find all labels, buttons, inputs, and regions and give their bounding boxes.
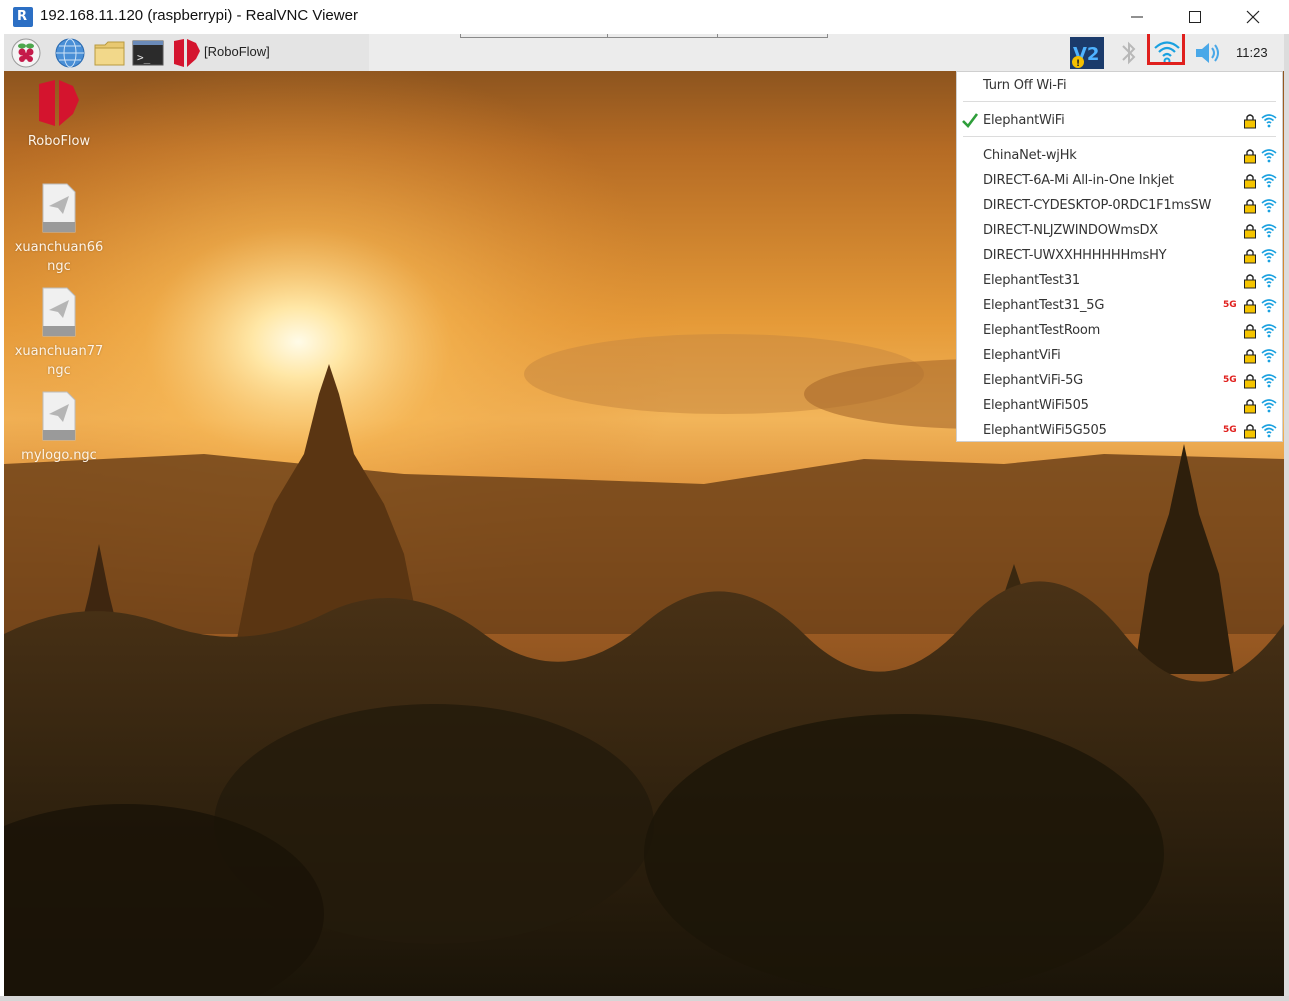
maximize-icon: [1189, 11, 1201, 23]
wifi-signal-icon: [1261, 174, 1277, 188]
wifi-network-ssid: ElephantWiFi505: [983, 398, 1089, 413]
lock-icon: [1244, 249, 1256, 264]
minimize-button[interactable]: [1108, 0, 1166, 34]
wifi-network-ssid: ChinaNet-wjHk: [983, 148, 1077, 163]
realvnc-app-icon: R: [13, 7, 33, 27]
desktop-item-xuanchuan66[interactable]: xuanchuan66 ngc: [9, 182, 109, 276]
raspberry-menu-icon[interactable]: [10, 37, 42, 69]
desktop-item-mylogo[interactable]: mylogo.ngc: [9, 390, 109, 465]
file-icon: [42, 391, 76, 441]
wifi-network-connected[interactable]: ElephantWiFi: [957, 109, 1282, 134]
wifi-signal-icon: [1261, 424, 1277, 438]
desktop-item-roboflow[interactable]: RoboFlow: [9, 78, 109, 151]
menu-divider: [963, 101, 1276, 102]
file-icon: [42, 287, 76, 337]
lock-icon: [1244, 349, 1256, 364]
close-icon: [1246, 10, 1260, 24]
wifi-network-ssid: ElephantTest31: [983, 273, 1080, 288]
five-g-badge: 5G: [1223, 375, 1237, 385]
wifi-signal-icon: [1261, 324, 1277, 338]
roboflow-logo-icon: [39, 80, 79, 126]
wifi-dropdown-menu: Turn Off Wi-Fi ElephantWiFi ChinaNet-wjH…: [956, 71, 1283, 442]
desktop-item-xuanchuan77[interactable]: xuanchuan77 ngc: [9, 286, 109, 380]
lock-icon: [1244, 374, 1256, 389]
terminal-icon[interactable]: >_: [132, 37, 164, 69]
wifi-network-ssid: ElephantViFi-5G: [983, 373, 1084, 388]
window-frame-bottom: [0, 996, 1289, 1001]
browser-globe-icon[interactable]: [54, 37, 86, 69]
taskbar: >_ [RoboFlow] V2 ! 11:23: [4, 34, 1284, 71]
wifi-network-item[interactable]: ElephantWiFi505: [957, 394, 1282, 419]
desktop-item-label: RoboFlow: [27, 134, 91, 149]
menu-divider: [963, 136, 1276, 137]
wifi-network-ssid: DIRECT-CYDESKTOP-0RDC1F1msSW: [983, 198, 1212, 213]
close-button[interactable]: [1224, 0, 1282, 34]
desktop-item-label: xuanchuan66 ngc: [14, 240, 104, 274]
turn-off-wifi-item[interactable]: Turn Off Wi-Fi: [957, 74, 1282, 99]
volume-icon[interactable]: [1192, 37, 1224, 69]
wifi-network-ssid: DIRECT-UWXXHHHHHHmsHY: [983, 248, 1167, 263]
wifi-signal-icon: [1261, 249, 1277, 263]
wifi-network-item[interactable]: DIRECT-UWXXHHHHHHmsHY: [957, 244, 1282, 269]
lock-icon: [1244, 399, 1256, 414]
bluetooth-icon[interactable]: [1118, 37, 1150, 69]
window-title: 192.168.11.120 (raspberrypi) - RealVNC V…: [40, 7, 358, 24]
five-g-badge: 5G: [1223, 425, 1237, 435]
lock-icon: [1244, 299, 1256, 314]
wifi-signal-icon: [1261, 224, 1277, 238]
wifi-network-ssid: ElephantTestRoom: [983, 323, 1101, 338]
taskbar-window-strip: [460, 34, 828, 38]
wifi-signal-icon: [1261, 299, 1277, 313]
wifi-network-item[interactable]: ElephantTest31_5G 5G: [957, 294, 1282, 319]
wifi-network-item[interactable]: ElephantViFi-5G 5G: [957, 369, 1282, 394]
wifi-network-ssid: ElephantWiFi5G505: [983, 423, 1107, 438]
wifi-signal-icon: [1261, 199, 1277, 213]
wifi-signal-icon: [1261, 114, 1277, 128]
wifi-network-ssid: ElephantViFi: [983, 348, 1061, 363]
wifi-network-item[interactable]: DIRECT-NLJZWINDOWmsDX: [957, 219, 1282, 244]
lock-icon: [1244, 174, 1256, 189]
wifi-signal-icon: [1261, 349, 1277, 363]
taskbar-clock[interactable]: 11:23: [1236, 45, 1268, 60]
wifi-network-item[interactable]: DIRECT-6A-Mi All-in-One Inkjet: [957, 169, 1282, 194]
wifi-network-ssid: DIRECT-NLJZWINDOWmsDX: [983, 223, 1158, 238]
vnc-server-icon[interactable]: V2 !: [1069, 36, 1105, 70]
maximize-button[interactable]: [1166, 0, 1224, 34]
lock-icon: [1244, 199, 1256, 214]
roboflow-taskbar-icon[interactable]: [170, 37, 202, 69]
window-frame-right: [1284, 34, 1289, 1001]
wifi-network-ssid: DIRECT-6A-Mi All-in-One Inkjet: [983, 173, 1174, 188]
wifi-network-item[interactable]: ElephantTest31: [957, 269, 1282, 294]
wifi-signal-icon: [1261, 274, 1277, 288]
window-titlebar: R 192.168.11.120 (raspberrypi) - RealVNC…: [0, 0, 1289, 34]
lock-icon: [1244, 324, 1256, 339]
wifi-signal-icon: [1261, 149, 1277, 163]
svg-text:>_: >_: [137, 51, 151, 64]
wifi-network-item[interactable]: ChinaNet-wjHk: [957, 144, 1282, 169]
wifi-highlight-box: [1147, 34, 1185, 65]
wifi-network-item[interactable]: ElephantWiFi5G505 5G: [957, 419, 1282, 444]
check-icon: [962, 113, 979, 128]
taskbar-app-label[interactable]: [RoboFlow]: [204, 44, 270, 59]
wifi-network-ssid: ElephantTest31_5G: [983, 298, 1105, 313]
lock-icon: [1244, 149, 1256, 164]
remote-desktop[interactable]: >_ [RoboFlow] V2 ! 11:23 RoboFlow xuanch…: [4, 34, 1284, 996]
five-g-badge: 5G: [1223, 300, 1237, 310]
svg-text:!: !: [1076, 59, 1080, 69]
file-icon: [42, 183, 76, 233]
wifi-network-item[interactable]: ElephantViFi: [957, 344, 1282, 369]
file-manager-icon[interactable]: [93, 37, 125, 69]
minimize-icon: [1131, 16, 1143, 18]
lock-icon: [1244, 424, 1256, 439]
wifi-network-item[interactable]: DIRECT-CYDESKTOP-0RDC1F1msSW: [957, 194, 1282, 219]
wifi-signal-icon: [1261, 399, 1277, 413]
desktop-item-label: xuanchuan77 ngc: [14, 344, 104, 378]
desktop-item-label: mylogo.ngc: [21, 448, 97, 463]
wifi-signal-icon: [1261, 374, 1277, 388]
lock-icon: [1244, 224, 1256, 239]
lock-icon: [1244, 114, 1256, 129]
lock-icon: [1244, 274, 1256, 289]
wifi-network-item[interactable]: ElephantTestRoom: [957, 319, 1282, 344]
